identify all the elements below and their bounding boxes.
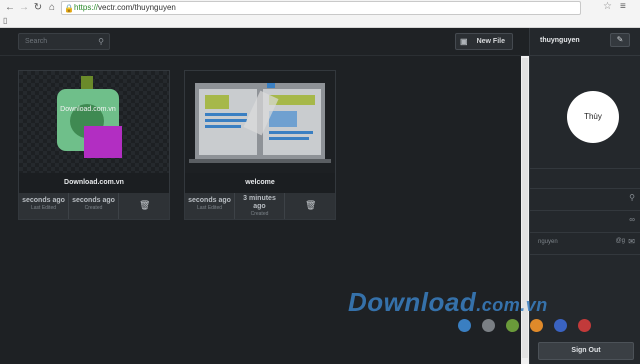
- last-edited-label: Last Edited: [30, 205, 57, 211]
- search-placeholder: Search: [25, 38, 48, 45]
- file-title[interactable]: welcome: [185, 173, 335, 193]
- created: 3 minutes ago Created: [235, 193, 285, 219]
- profile-handle: nguyen: [538, 239, 558, 245]
- file-card-download[interactable]: Download.com.vn Download.com.vn seconds …: [18, 70, 170, 220]
- profile-row-email: nguyen @g ✉: [530, 232, 640, 252]
- avatar[interactable]: Thùy: [567, 91, 619, 143]
- hamburger-menu-icon[interactable]: ≡: [620, 1, 626, 12]
- lock-icon: 🔒: [64, 4, 74, 13]
- search-icon[interactable]: ⚲: [98, 34, 104, 49]
- search-input[interactable]: Search ⚲: [18, 33, 110, 50]
- edit-icon[interactable]: ✎: [610, 33, 630, 47]
- profile-username: thuynguyen: [540, 37, 580, 44]
- new-file-label: New File: [476, 38, 505, 45]
- created-value: seconds ago: [72, 197, 115, 204]
- created-label: Created: [84, 205, 103, 211]
- watermark-dot: [578, 319, 591, 332]
- last-edited-label: Last Edited: [196, 205, 223, 211]
- new-file-icon: ▣: [460, 37, 468, 46]
- file-thumbnail[interactable]: Download.com.vn: [19, 71, 169, 173]
- url-scheme: https://: [74, 3, 99, 12]
- file-meta: seconds ago Last Edited 3 minutes ago Cr…: [185, 193, 335, 219]
- watermark-text-tail: .com.vn: [476, 295, 548, 315]
- home-icon[interactable]: ⌂: [46, 2, 58, 14]
- profile-row-empty: [530, 168, 640, 188]
- last-edited-value: seconds ago: [188, 197, 231, 204]
- forward-icon[interactable]: →: [18, 2, 30, 14]
- thumbnail-artwork-download: Download.com.vn: [19, 71, 169, 173]
- trash-icon[interactable]: 🗑: [305, 200, 316, 211]
- file-thumbnail[interactable]: [185, 71, 335, 173]
- avatar-name: Thùy: [584, 112, 602, 121]
- star-icon[interactable]: ☆: [603, 1, 612, 12]
- divider: [530, 55, 640, 56]
- watermark-dot: [458, 319, 471, 332]
- watermark-dot: [530, 319, 543, 332]
- watermark-dot: [482, 319, 495, 332]
- thumbnail-artwork-welcome: [185, 71, 335, 173]
- last-edited: seconds ago Last Edited: [19, 193, 69, 219]
- created-value-line1: 3 minutes: [243, 195, 276, 202]
- file-title[interactable]: Download.com.vn: [19, 173, 169, 193]
- watermark-dot: [554, 319, 567, 332]
- back-icon[interactable]: ←: [4, 2, 16, 14]
- sign-out-button[interactable]: Sign Out: [538, 342, 634, 360]
- watermark-dot: [506, 319, 519, 332]
- mail-icon: ✉: [628, 237, 635, 246]
- page-icon: ▯: [3, 16, 8, 25]
- watermark: Download.com.vn: [348, 287, 548, 318]
- created-value-line2: ago: [253, 203, 266, 210]
- last-edited: seconds ago Last Edited: [185, 193, 235, 219]
- url-path: vectr.com/thuynguyen: [98, 3, 176, 12]
- new-file-button[interactable]: ▣ New File: [455, 33, 513, 50]
- reload-icon[interactable]: ↻: [32, 2, 44, 14]
- watermark-text-main: Download: [348, 287, 477, 317]
- trash-icon[interactable]: 🗑: [139, 200, 150, 211]
- profile-row-divider: [530, 254, 640, 274]
- created-label: Created: [250, 211, 269, 217]
- last-edited-value: seconds ago: [22, 197, 65, 204]
- file-card-welcome[interactable]: welcome seconds ago Last Edited 3 minute…: [184, 70, 336, 220]
- profile-row-link: ∞: [530, 210, 640, 230]
- created: seconds ago Created: [69, 193, 119, 219]
- file-meta: seconds ago Last Edited seconds ago Crea…: [19, 193, 169, 219]
- thumbnail-text: Download.com.vn: [60, 106, 116, 113]
- browser-chrome: ← → ↻ ⌂ 🔒 https://vectr.com/thuynguyen ☆…: [0, 0, 640, 28]
- link-icon: ∞: [629, 215, 635, 224]
- address-bar[interactable]: 🔒 https://vectr.com/thuynguyen: [61, 1, 581, 15]
- profile-row-location: ⚲: [530, 188, 640, 208]
- profile-handle-suffix: @g: [615, 238, 625, 244]
- location-icon: ⚲: [629, 193, 635, 202]
- watermark-dots: [458, 319, 602, 334]
